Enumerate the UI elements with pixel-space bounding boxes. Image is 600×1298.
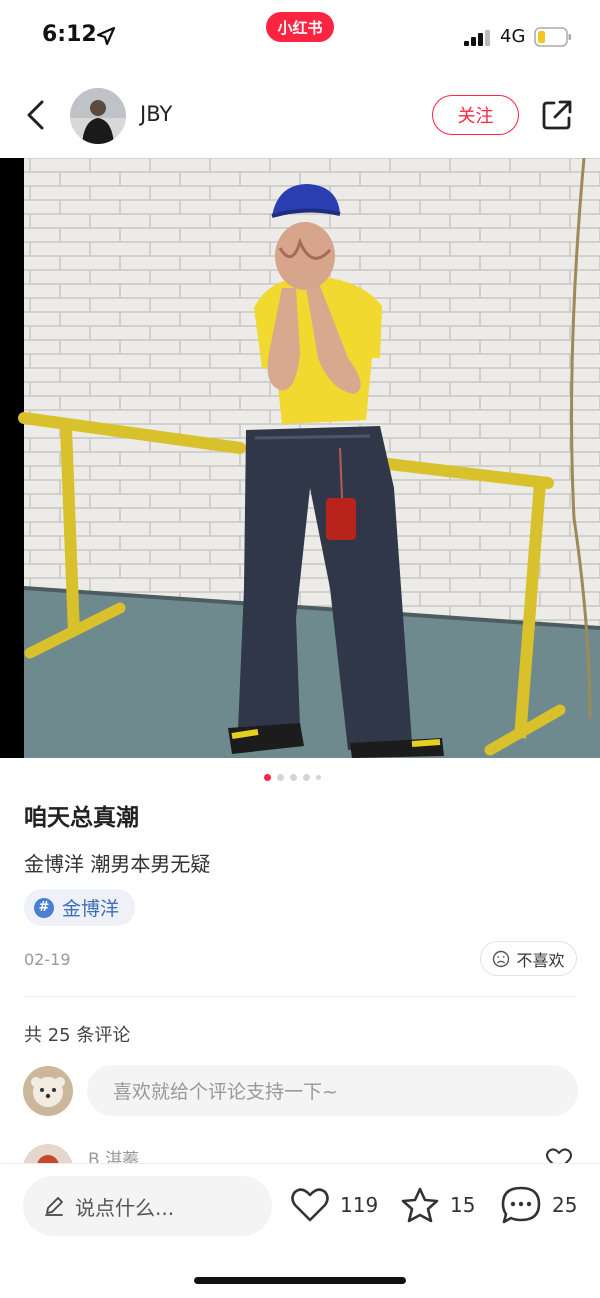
heart-icon bbox=[291, 1188, 329, 1222]
author-avatar[interactable] bbox=[70, 88, 126, 144]
comment-bubble-icon bbox=[501, 1186, 541, 1224]
note-header: JBY 关注 bbox=[0, 76, 600, 156]
like-button[interactable]: 119 bbox=[290, 1180, 378, 1230]
dislike-button[interactable]: 不喜欢 bbox=[480, 941, 577, 976]
home-indicator[interactable] bbox=[194, 1277, 406, 1284]
app-badge: 小红书 bbox=[266, 12, 334, 42]
carousel-dot-active bbox=[264, 773, 271, 781]
location-arrow-icon bbox=[96, 26, 116, 46]
comment-input[interactable]: 喜欢就给个评论支持一下~ bbox=[87, 1065, 578, 1116]
post-date: 02-19 bbox=[24, 950, 71, 969]
follow-button[interactable]: 关注 bbox=[432, 95, 519, 135]
carousel-indicator bbox=[264, 773, 321, 781]
note-photo[interactable] bbox=[0, 158, 600, 758]
pencil-icon bbox=[45, 1197, 63, 1216]
signal-icon bbox=[464, 30, 490, 46]
sad-face-icon bbox=[493, 950, 510, 967]
battery-icon bbox=[534, 27, 571, 47]
topic-tag-label: 金博洋 bbox=[62, 898, 120, 920]
network-label: 4G bbox=[500, 26, 526, 47]
carousel-dot bbox=[277, 773, 284, 781]
star-icon bbox=[401, 1187, 439, 1223]
comment-count: 共 25 条评论 bbox=[24, 1025, 131, 1046]
share-icon[interactable] bbox=[540, 98, 574, 132]
say-something-input[interactable]: 说点什么... bbox=[23, 1176, 272, 1236]
carousel-dot bbox=[303, 773, 310, 781]
collect-button[interactable]: 15 bbox=[400, 1180, 475, 1230]
carousel-dot bbox=[316, 774, 321, 780]
hashtag-icon: # bbox=[34, 897, 54, 918]
topic-tag[interactable]: # 金博洋 bbox=[24, 889, 136, 926]
note-body: 金博洋 潮男本男无疑 bbox=[24, 852, 211, 876]
collect-count: 15 bbox=[450, 1193, 476, 1217]
divider bbox=[24, 996, 576, 997]
note-title: 咱天总真潮 bbox=[24, 805, 139, 831]
bottom-action-bar: 说点什么... 119 15 25 bbox=[0, 1163, 600, 1298]
author-name[interactable]: JBY bbox=[140, 102, 172, 126]
comment-count-bottom: 25 bbox=[552, 1193, 578, 1217]
like-count: 119 bbox=[340, 1193, 379, 1217]
carousel-dot bbox=[290, 773, 297, 781]
status-time: 6:12 bbox=[42, 22, 97, 47]
comment-button[interactable]: 25 bbox=[500, 1180, 577, 1230]
dislike-label: 不喜欢 bbox=[516, 950, 565, 970]
back-icon[interactable] bbox=[22, 98, 52, 132]
status-bar: 6:12 小红书 4G bbox=[0, 0, 600, 72]
say-something-placeholder: 说点什么... bbox=[75, 1195, 175, 1220]
my-avatar bbox=[23, 1066, 73, 1116]
